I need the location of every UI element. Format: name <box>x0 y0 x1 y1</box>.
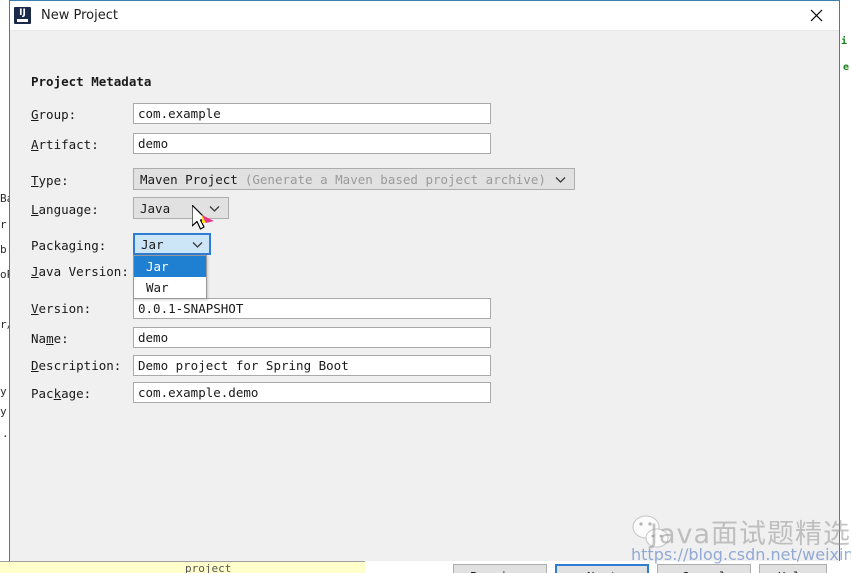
description-input[interactable] <box>133 355 491 376</box>
label-package: Package: <box>31 386 92 401</box>
dropdown-option-jar[interactable]: Jar <box>134 256 206 277</box>
chevron-down-icon <box>192 237 203 252</box>
ide-green-fragment: i <box>841 36 848 47</box>
ide-bottom-text: project <box>185 562 232 573</box>
type-combobox[interactable]: Maven Project (Generate a Maven based pr… <box>133 168 575 190</box>
dropdown-option-war[interactable]: War <box>134 277 206 298</box>
packaging-value: Jar <box>141 236 164 252</box>
type-hint: (Generate a Maven based project archive) <box>244 171 546 187</box>
label-packaging: Packaging: <box>31 238 107 253</box>
ide-text-fragment: y <box>0 385 7 398</box>
dialog-title: New Project <box>41 8 118 23</box>
label-java-version: Java Version: <box>31 264 129 279</box>
label-artifact: Artifact: <box>31 137 99 152</box>
packaging-combobox[interactable]: Jar <box>133 233 211 255</box>
label-type: Type: <box>31 173 69 188</box>
version-input[interactable] <box>133 298 491 319</box>
label-description: Description: <box>31 358 122 373</box>
screenshot-root: Ba r b( oP r/ y y . i e project IJ New P… <box>0 0 851 573</box>
label-group: Group: <box>31 107 77 122</box>
artifact-input[interactable] <box>133 133 491 154</box>
ide-green-fragment: e <box>843 62 850 73</box>
dialog-body: Project Metadata Group: Artifact: Type: … <box>10 31 839 573</box>
new-project-dialog: IJ New Project Project Metadata Group: A… <box>9 0 840 573</box>
ide-text-fragment: Ba <box>0 192 9 205</box>
intellij-idea-icon: IJ <box>14 7 31 24</box>
language-value: Java <box>140 200 171 216</box>
package-input[interactable] <box>133 382 491 403</box>
next-button[interactable]: Next <box>555 564 649 573</box>
ide-text-fragment: y <box>0 405 7 418</box>
close-icon[interactable] <box>794 1 839 30</box>
help-button[interactable]: Help <box>759 564 827 573</box>
section-title: Project Metadata <box>31 74 152 89</box>
ide-text-fragment: r/ <box>0 318 9 331</box>
type-value: Maven Project <box>140 171 238 187</box>
ide-text-fragment: b( <box>0 243 9 256</box>
label-name: Name: <box>31 331 69 346</box>
chevron-down-icon <box>209 201 220 216</box>
ide-status-strip <box>0 561 365 573</box>
previous-button[interactable]: Previous <box>453 564 547 573</box>
ide-text-fragment: r <box>0 218 7 231</box>
language-combobox[interactable]: Java <box>133 197 229 219</box>
cancel-button[interactable]: Cancel <box>657 564 751 573</box>
name-input[interactable] <box>133 327 491 348</box>
dialog-titlebar: IJ New Project <box>10 1 839 31</box>
chevron-down-icon <box>555 172 566 187</box>
packaging-dropdown-list[interactable]: Jar War <box>133 255 207 299</box>
ide-text-fragment: oP <box>0 268 9 281</box>
group-input[interactable] <box>133 103 491 124</box>
label-version: Version: <box>31 301 92 316</box>
label-language: Language: <box>31 202 99 217</box>
